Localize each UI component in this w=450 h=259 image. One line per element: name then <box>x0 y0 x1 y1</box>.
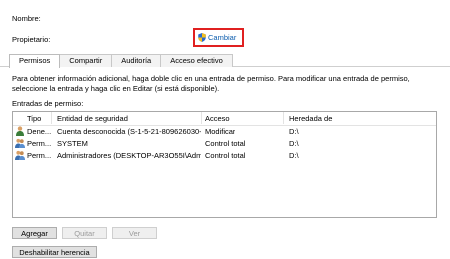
header-type[interactable]: Tipo <box>27 114 41 123</box>
row-access: Control total <box>205 139 246 148</box>
table-row[interactable]: Dene... Cuenta desconocida (S-1-5-21-809… <box>13 126 436 137</box>
name-label: Nombre: <box>12 14 41 23</box>
header-separator <box>51 112 52 124</box>
change-owner-link[interactable]: Cambiar <box>198 33 236 42</box>
row-principal: Administradores (DESKTOP-AR3O55I\Admi... <box>57 151 201 160</box>
table-row[interactable]: Perm... SYSTEM Control total D:\ <box>13 138 436 149</box>
remove-button[interactable]: Quitar <box>62 227 107 239</box>
users-group-icon <box>15 150 25 160</box>
permission-entries-label: Entradas de permiso: <box>12 99 84 108</box>
row-inherited: D:\ <box>289 151 299 160</box>
add-button[interactable]: Agregar <box>12 227 57 239</box>
row-access: Modificar <box>205 127 236 136</box>
table-row[interactable]: Perm... Administradores (DESKTOP-AR3O55I… <box>13 150 436 161</box>
row-type: Dene... <box>27 127 52 136</box>
header-separator <box>201 112 202 124</box>
row-principal: SYSTEM <box>57 139 88 148</box>
user-icon <box>16 126 24 136</box>
list-header: Tipo Entidad de seguridad Acceso Heredad… <box>13 112 436 126</box>
owner-label: Propietario: <box>12 35 51 44</box>
row-principal: Cuenta desconocida (S-1-5-21-809626030-9… <box>57 127 201 136</box>
header-inherited[interactable]: Heredada de <box>289 114 332 123</box>
header-separator <box>283 112 284 124</box>
change-link-text: Cambiar <box>208 33 237 42</box>
disable-inheritance-button[interactable]: Deshabilitar herencia <box>12 246 97 258</box>
tab-permisos[interactable]: Permisos <box>9 54 61 68</box>
header-access[interactable]: Acceso <box>205 114 230 123</box>
row-inherited: D:\ <box>289 127 299 136</box>
tab-compartir[interactable]: Compartir <box>59 54 113 67</box>
view-button[interactable]: Ver <box>112 227 157 239</box>
header-principal[interactable]: Entidad de seguridad <box>57 114 128 123</box>
users-group-icon <box>15 138 25 148</box>
tab-strip: Permisos Compartir Auditoría Acceso efec… <box>9 54 233 68</box>
instructions-text: Para obtener información adicional, haga… <box>12 74 410 93</box>
row-type: Perm... <box>27 151 52 160</box>
tab-auditoria[interactable]: Auditoría <box>111 54 162 67</box>
permission-entries-list[interactable]: Tipo Entidad de seguridad Acceso Heredad… <box>12 111 437 218</box>
uac-shield-icon <box>198 33 206 42</box>
tab-acceso-efectivo[interactable]: Acceso efectivo <box>160 54 233 67</box>
row-type: Perm... <box>27 139 52 148</box>
row-inherited: D:\ <box>289 139 299 148</box>
row-access: Control total <box>205 151 246 160</box>
